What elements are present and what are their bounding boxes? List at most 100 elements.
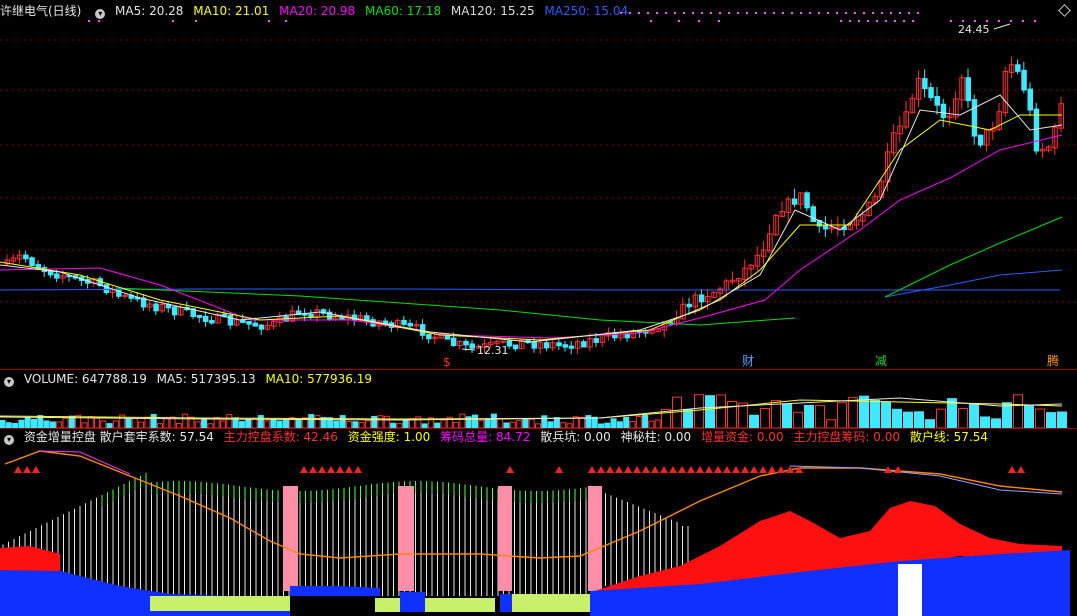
signal-triangle bbox=[14, 466, 22, 473]
candle-body bbox=[407, 322, 413, 327]
pink-block bbox=[588, 486, 602, 591]
candlestick-chart[interactable]: 24.45 12.31 $ 财 减 腾 bbox=[0, 0, 1077, 370]
volume-bar bbox=[94, 417, 100, 428]
marker-finance[interactable]: 财 bbox=[742, 354, 754, 368]
volume-legend: ▾ VOLUME: 647788.19 MA5: 517395.13 MA10:… bbox=[0, 370, 378, 388]
volume-bar bbox=[804, 404, 814, 428]
volume-bar bbox=[220, 420, 226, 428]
signal-dot bbox=[728, 12, 730, 14]
signal-triangle bbox=[759, 466, 767, 473]
signal-triangle bbox=[327, 466, 335, 473]
volume-bar bbox=[642, 414, 649, 428]
marker-reduce[interactable]: 减 bbox=[875, 354, 887, 368]
signal-dot bbox=[665, 12, 667, 14]
signal-dot bbox=[195, 20, 197, 22]
collapse-icon[interactable]: ▾ bbox=[4, 435, 14, 445]
yellowgreen-block bbox=[150, 596, 290, 611]
volume-bar bbox=[635, 415, 642, 428]
signal-dot bbox=[698, 20, 700, 22]
volume-bar bbox=[1057, 411, 1067, 428]
volume-bar bbox=[579, 416, 586, 428]
signal-dot bbox=[285, 20, 287, 22]
white-block bbox=[898, 564, 922, 616]
signal-dot bbox=[827, 12, 829, 14]
indicator-title: 资金增量控盘 散户套牢系数: 57.54 bbox=[23, 430, 214, 444]
volume-bar bbox=[980, 416, 990, 428]
blue-area bbox=[500, 594, 512, 612]
candle-body bbox=[1015, 64, 1021, 72]
volume-bar bbox=[683, 408, 693, 428]
volume-bar bbox=[591, 416, 598, 428]
signal-triangle bbox=[741, 466, 749, 473]
marker-soar[interactable]: 腾 bbox=[1047, 353, 1059, 368]
marker-dollar[interactable]: $ bbox=[443, 355, 451, 369]
signal-dot bbox=[962, 20, 964, 22]
candle-body bbox=[934, 96, 940, 106]
main-control-coef: 主力控盘系数: 42.46 bbox=[223, 430, 338, 444]
volume-bar bbox=[62, 417, 69, 428]
volume-bar bbox=[163, 418, 170, 428]
signal-triangle bbox=[705, 466, 713, 473]
signal-triangle bbox=[309, 466, 317, 473]
volume-bar bbox=[969, 403, 979, 428]
volume-bar bbox=[881, 401, 891, 428]
signal-triangle bbox=[795, 466, 803, 473]
signal-triangle bbox=[669, 466, 677, 473]
signal-triangle bbox=[506, 466, 514, 473]
indicator-legend: ▾ 资金增量控盘 散户套牢系数: 57.54 主力控盘系数: 42.46 资金强… bbox=[0, 428, 994, 446]
collapse-icon[interactable]: ▾ bbox=[4, 377, 14, 387]
candle-body bbox=[1021, 69, 1027, 91]
signal-dot bbox=[890, 12, 892, 14]
signal-dot bbox=[647, 12, 649, 14]
fund-strength: 资金强度: 1.00 bbox=[347, 430, 431, 444]
volume-bar bbox=[377, 415, 384, 428]
volume-bar bbox=[18, 419, 25, 428]
signal-dot bbox=[836, 12, 838, 14]
pink-block bbox=[283, 486, 298, 591]
signal-triangle bbox=[633, 466, 641, 473]
volume-bar bbox=[903, 411, 913, 428]
signal-dot bbox=[849, 20, 851, 22]
volume-bar bbox=[1002, 402, 1012, 428]
signal-triangle bbox=[1008, 466, 1016, 473]
volume-bar bbox=[150, 413, 157, 428]
signal-dot bbox=[746, 12, 748, 14]
volume-bar bbox=[478, 420, 485, 428]
red-area bbox=[0, 546, 60, 571]
signal-triangle bbox=[300, 466, 308, 473]
signal-dot bbox=[867, 20, 869, 22]
signal-dot bbox=[863, 12, 865, 14]
signal-triangle bbox=[750, 466, 758, 473]
indicator-chart[interactable] bbox=[0, 446, 1077, 616]
volume-bar bbox=[528, 418, 535, 428]
candle-body bbox=[562, 344, 568, 348]
low-price-label: 12.31 bbox=[477, 344, 509, 357]
signal-dot bbox=[172, 20, 174, 22]
signal-triangle bbox=[555, 466, 563, 473]
signal-triangle bbox=[714, 466, 722, 473]
volume-bar bbox=[1046, 412, 1056, 428]
signal-triangle bbox=[660, 466, 668, 473]
signal-triangle bbox=[32, 466, 40, 473]
signal-dot bbox=[773, 12, 775, 14]
volume-bar bbox=[727, 400, 737, 428]
volume-bar bbox=[0, 420, 6, 428]
volume-bar bbox=[131, 418, 138, 428]
signal-dot bbox=[764, 12, 766, 14]
candle-body bbox=[196, 315, 203, 318]
signal-dot bbox=[782, 12, 784, 14]
signal-triangle bbox=[894, 466, 902, 473]
volume-bar bbox=[1013, 394, 1023, 428]
volume-bar bbox=[553, 417, 560, 428]
signal-dot bbox=[683, 12, 685, 14]
signal-triangle bbox=[732, 466, 740, 473]
signal-triangle bbox=[624, 466, 632, 473]
candle-body bbox=[103, 284, 110, 294]
candle-body bbox=[940, 103, 947, 119]
volume-bar bbox=[522, 418, 529, 428]
signal-dot bbox=[903, 20, 905, 22]
signal-dot bbox=[872, 12, 874, 14]
volume-bar bbox=[648, 420, 655, 428]
volume-chart[interactable] bbox=[0, 388, 1077, 428]
volume-bar bbox=[716, 394, 726, 428]
